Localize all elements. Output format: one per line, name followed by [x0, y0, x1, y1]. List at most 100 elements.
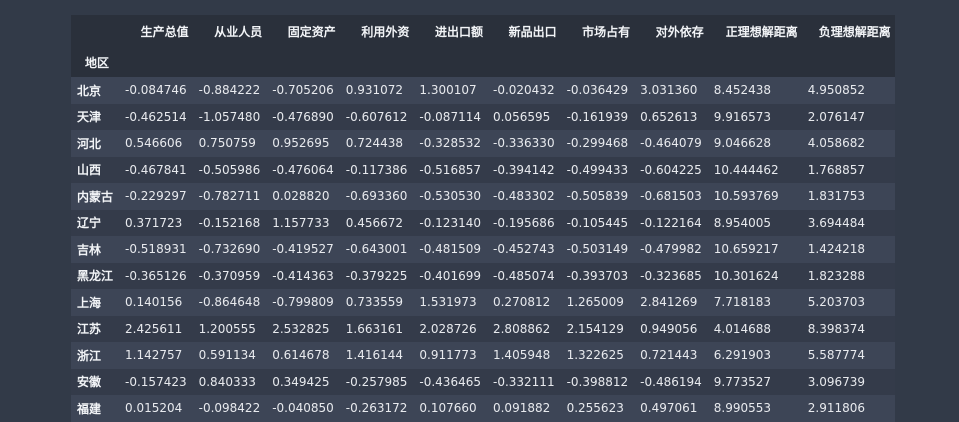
table-cell: -0.379225: [345, 268, 408, 283]
table-cell: -0.257985: [345, 374, 408, 389]
table-cell: 5.203703: [807, 295, 866, 310]
row-label: 黑龙江: [77, 269, 114, 284]
table-cell: -0.401699: [419, 268, 481, 283]
table-cell: 1.768857: [807, 162, 866, 177]
table-row: 上海 0.140156 -0.864648 -0.799809 0.733559 1.53…: [71, 289, 895, 316]
table-cell: -0.229297: [125, 189, 187, 204]
table-cell: -0.323685: [640, 268, 702, 283]
table-cell: -0.087114: [419, 109, 481, 124]
table-cell: 7.718183: [713, 295, 772, 310]
table-cell: -0.040850: [272, 401, 334, 416]
table-cell: 0.614678: [272, 348, 330, 363]
row-label: 上海: [77, 295, 102, 310]
table-cell: -0.476890: [272, 109, 334, 124]
table-cell: 1.200555: [198, 321, 256, 336]
table-cell: 0.107660: [419, 401, 477, 416]
table-cell: -0.530530: [419, 189, 481, 204]
table-cell: 4.058682: [807, 136, 866, 151]
index-row-spacer: [634, 48, 708, 77]
table-cell: 0.497061: [640, 401, 698, 416]
column-header: 进出口额: [413, 15, 487, 48]
table-cell: 1.157733: [272, 215, 330, 230]
table-cell: 9.916573: [713, 109, 772, 124]
table-cell: -0.398812: [566, 374, 629, 389]
table-cell: -0.505986: [198, 162, 261, 177]
table-cell: -0.394142: [492, 162, 555, 177]
table-cell: 10.444462: [713, 162, 779, 177]
table-cell: 1.831753: [807, 189, 866, 204]
table-cell: 1.823288: [807, 268, 866, 283]
table-cell: 0.255623: [566, 401, 624, 416]
table-cell: 1.300107: [419, 83, 477, 98]
table-cell: -0.336330: [492, 136, 555, 151]
index-name: 地区: [71, 48, 120, 77]
table-cell: 0.952695: [272, 136, 330, 151]
table-cell: 1.416144: [345, 348, 404, 363]
table-cell: -0.161939: [566, 109, 629, 124]
column-header: 利用外资: [339, 15, 414, 48]
table-cell: 2.841269: [640, 295, 698, 310]
table-cell: -0.157423: [125, 374, 187, 389]
table-cell: 1.405948: [492, 348, 551, 363]
table-cell: -0.732690: [198, 242, 261, 257]
column-header: 正理想解距离: [707, 15, 802, 48]
table-cell: 1.142757: [125, 348, 183, 363]
index-row-spacer: [266, 48, 340, 77]
table-cell: 0.371723: [125, 215, 183, 230]
table-cell: 1.663161: [345, 321, 404, 336]
table-cell: -0.518931: [125, 242, 187, 257]
table-cell: 2.911806: [807, 401, 866, 416]
table-cell: 0.949056: [640, 321, 698, 336]
table-cell: -0.467841: [125, 162, 187, 177]
table-cell: 5.587774: [807, 348, 866, 363]
table-cell: 9.046628: [713, 136, 772, 151]
table-cell: 2.425611: [125, 321, 183, 336]
table-cell: -0.370959: [198, 268, 261, 283]
table-cell: 10.301624: [713, 268, 779, 283]
row-label: 福建: [77, 401, 102, 416]
table-cell: 2.028726: [419, 321, 477, 336]
row-label: 浙江: [77, 348, 102, 363]
table-cell: 1.424218: [807, 242, 866, 257]
table-cell: -0.393703: [566, 268, 629, 283]
table-cell: -0.705206: [272, 83, 334, 98]
table-cell: -0.486194: [640, 374, 702, 389]
table-row: 浙江 1.142757 0.591134 0.614678 1.416144 0.9117…: [71, 342, 895, 369]
table-cell: -0.036429: [566, 83, 629, 98]
column-header: 市场占有: [560, 15, 635, 48]
row-label: 河北: [77, 136, 102, 151]
table-cell: 2.154129: [566, 321, 624, 336]
table-row: 黑龙江 -0.365126 -0.370959 -0.414363 -0.379225-…: [71, 262, 895, 289]
table-cell: 4.950852: [807, 83, 866, 98]
table-cell: 1.531973: [419, 295, 477, 310]
table-cell: -0.195686: [492, 215, 555, 230]
index-row-spacer: [192, 48, 267, 77]
table-cell: 0.140156: [125, 295, 183, 310]
table-cell: 0.028820: [272, 189, 330, 204]
table-cell: -0.499433: [566, 162, 629, 177]
index-row-spacer: [119, 48, 193, 77]
table-cell: 1.322625: [566, 348, 624, 363]
row-label: 天津: [77, 110, 102, 125]
table-row: 北京 -0.084746 -0.884222 -0.705206 0.931072 1.3…: [71, 77, 895, 104]
table-cell: -0.098422: [198, 401, 261, 416]
table-cell: 3.031360: [640, 83, 698, 98]
table-cell: 9.773527: [713, 374, 772, 389]
table-cell: -0.123140: [419, 215, 481, 230]
table-cell: -0.263172: [345, 401, 408, 416]
column-header: 固定资产: [266, 15, 340, 48]
column-header-row: 生产总值 从业人员 固定资产 利用外资 进出口额 新品出口 市场占有 对外依存 …: [71, 15, 895, 48]
table-row: 辽宁 0.371723 -0.152168 1.157733 0.456672 -0.12…: [71, 209, 895, 236]
table-row: 河北 0.546606 0.750759 0.952695 0.724438 -0.328…: [71, 130, 895, 157]
table-cell: 0.721443: [640, 348, 698, 363]
table-body: 北京 -0.084746 -0.884222 -0.705206 0.931072 1.3…: [71, 77, 895, 422]
table-cell: -0.464079: [640, 136, 702, 151]
table-cell: -0.864648: [198, 295, 261, 310]
notebook-output-area: 生产总值 从业人员 固定资产 利用外资 进出口额 新品出口 市场占有 对外依存 …: [0, 0, 959, 422]
dataframe-table: 生产总值 从业人员 固定资产 利用外资 进出口额 新品出口 市场占有 对外依存 …: [71, 15, 895, 422]
table-row: 天津 -0.462514 -1.057480 -0.476890 -0.607612 -0…: [71, 103, 895, 130]
table-cell: 0.270812: [492, 295, 551, 310]
index-row-spacer: [707, 48, 802, 77]
column-header: 负理想解距离: [801, 15, 895, 48]
table-cell: 6.291903: [713, 348, 772, 363]
